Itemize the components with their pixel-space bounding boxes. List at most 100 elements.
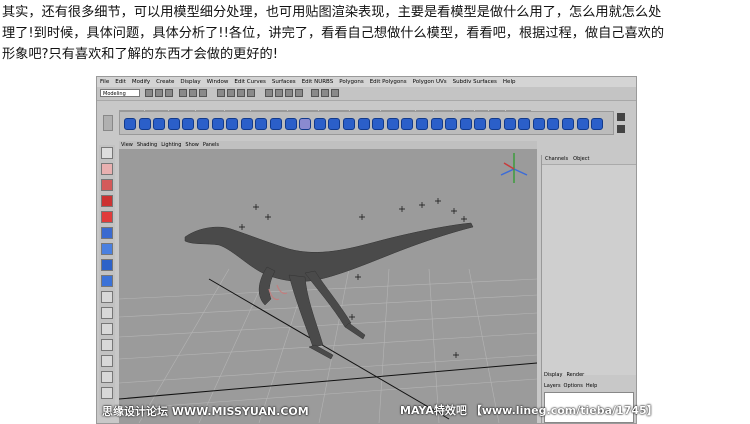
polygon-tool-icon[interactable] — [416, 118, 428, 130]
watermark-url: 【www.lineg.com/tieba/1745】 — [470, 404, 658, 417]
ipr-render-icon[interactable] — [285, 89, 293, 97]
open-scene-icon[interactable] — [155, 89, 163, 97]
snap-point-icon[interactable] — [237, 89, 245, 97]
perspective-viewport[interactable]: View Shading Lighting Show Panels — [119, 141, 537, 423]
polygon-tool-icon[interactable] — [153, 118, 166, 130]
polygon-tool-icon[interactable] — [124, 118, 136, 130]
menu-display[interactable]: Display — [177, 77, 203, 87]
menu-create[interactable]: Create — [153, 77, 177, 87]
select-object-icon[interactable] — [189, 89, 197, 97]
viewport-menu-show[interactable]: Show — [183, 142, 201, 148]
polygon-tool-icon[interactable] — [328, 118, 341, 130]
render-globals-icon[interactable] — [295, 89, 303, 97]
polygon-tool-icon[interactable] — [445, 118, 458, 130]
menu-modify[interactable]: Modify — [129, 77, 153, 87]
polygon-tool-icon[interactable] — [313, 118, 326, 130]
polygon-tool-icon[interactable] — [562, 118, 574, 130]
snap-plane-icon[interactable] — [247, 89, 255, 97]
polygon-tool-icon[interactable] — [270, 118, 282, 130]
polygon-tool-icon[interactable] — [182, 118, 195, 130]
menu-subdiv-surfaces[interactable]: Subdiv Surfaces — [450, 77, 500, 87]
polygon-tool-icon[interactable] — [197, 118, 209, 130]
four-pane-layout-icon[interactable] — [101, 275, 113, 287]
polygon-tool-icon[interactable] — [386, 118, 399, 130]
rotate-tool-icon[interactable] — [101, 195, 113, 207]
polygon-tool-icon[interactable] — [372, 118, 385, 130]
save-scene-icon[interactable] — [165, 89, 173, 97]
graph-layout-icon[interactable] — [101, 307, 113, 319]
polygon-tool-icon[interactable] — [138, 118, 151, 130]
move-tool-icon[interactable] — [101, 179, 113, 191]
polygon-tool-icon[interactable] — [255, 118, 268, 130]
viewport-menu-lighting[interactable]: Lighting — [159, 142, 183, 148]
snap-curve-icon[interactable] — [227, 89, 235, 97]
select-component-icon[interactable] — [199, 89, 207, 97]
polygon-tool-icon[interactable] — [226, 118, 239, 130]
layer-menu-help[interactable]: Help — [586, 383, 597, 389]
scale-tool-icon[interactable] — [101, 211, 113, 223]
menu-edit-polygons[interactable]: Edit Polygons — [367, 77, 410, 87]
radio-display[interactable]: Display — [544, 372, 562, 378]
polygon-tool-icon[interactable] — [489, 118, 501, 130]
tool-settings-icon[interactable] — [321, 89, 329, 97]
viewport-menu-view[interactable]: View — [119, 142, 135, 148]
viewport-menu-panels[interactable]: Panels — [201, 142, 221, 148]
menu-help[interactable]: Help — [500, 77, 519, 87]
polygon-tool-icon[interactable] — [576, 118, 589, 130]
lasso-tool-icon[interactable] — [101, 163, 113, 175]
top-layout-icon[interactable] — [101, 371, 113, 383]
channel-tab-channels[interactable]: Channels — [545, 156, 568, 162]
radio-render[interactable]: Render — [566, 372, 584, 378]
hypershade-layout-icon[interactable] — [101, 323, 113, 335]
last-tool-icon[interactable] — [101, 243, 113, 255]
render-icon[interactable] — [275, 89, 283, 97]
maya-menu-bar: File Edit Modify Create Display Window Edit Cu… — [97, 77, 636, 87]
single-pane-layout-icon[interactable] — [101, 259, 113, 271]
channel-box-toggle-icon[interactable] — [331, 89, 339, 97]
menu-edit-curves[interactable]: Edit Curves — [231, 77, 269, 87]
polygon-tool-icon[interactable] — [401, 118, 414, 130]
shelf-menu-icon[interactable] — [103, 115, 113, 131]
menu-surfaces[interactable]: Surfaces — [269, 77, 299, 87]
history-icon[interactable] — [265, 89, 273, 97]
polygon-tool-icon[interactable] — [284, 118, 297, 130]
polygon-tool-icon[interactable] — [430, 118, 443, 130]
render-layout-icon[interactable] — [101, 339, 113, 351]
shelf-edit-icon[interactable] — [617, 125, 625, 133]
polygon-tool-icon[interactable] — [357, 118, 370, 130]
attribute-editor-icon[interactable] — [311, 89, 319, 97]
manipulator-tool-icon[interactable] — [101, 227, 113, 239]
polygon-tool-icon[interactable] — [299, 118, 312, 130]
select-tool-icon[interactable] — [101, 147, 113, 159]
polygon-tool-icon[interactable] — [547, 118, 560, 130]
mode-select[interactable]: Modeling — [100, 89, 140, 97]
outliner-layout-icon[interactable] — [101, 291, 113, 303]
select-hierarchy-icon[interactable] — [179, 89, 187, 97]
channel-tab-object[interactable]: Object — [573, 156, 589, 162]
persp-layout-icon[interactable] — [101, 355, 113, 367]
polygon-tool-icon[interactable] — [167, 118, 180, 130]
polygon-tool-icon[interactable] — [518, 118, 531, 130]
menu-edit[interactable]: Edit — [112, 77, 129, 87]
polygon-tool-icon[interactable] — [211, 118, 224, 130]
side-layout-icon[interactable] — [101, 387, 113, 399]
polygon-tool-icon[interactable] — [343, 118, 355, 130]
menu-window[interactable]: Window — [204, 77, 232, 87]
viewport-menu-shading[interactable]: Shading — [135, 142, 159, 148]
layer-menu-options[interactable]: Options — [564, 383, 583, 389]
polygon-tool-icon[interactable] — [591, 118, 604, 130]
polygon-tool-icon[interactable] — [474, 118, 487, 130]
view-cube-compass — [500, 153, 528, 183]
polygon-tool-icon[interactable] — [459, 118, 472, 130]
menu-edit-nurbs[interactable]: Edit NURBS — [299, 77, 337, 87]
menu-polygons[interactable]: Polygons — [336, 77, 366, 87]
polygon-tool-icon[interactable] — [532, 118, 545, 130]
menu-polygon-uvs[interactable]: Polygon UVs — [410, 77, 450, 87]
layer-menu-layers[interactable]: Layers — [544, 383, 561, 389]
polygon-tool-icon[interactable] — [503, 118, 516, 130]
new-scene-icon[interactable] — [145, 89, 153, 97]
menu-file[interactable]: File — [97, 77, 112, 87]
shelf-options-icon[interactable] — [617, 113, 625, 121]
polygon-tool-icon[interactable] — [240, 118, 253, 130]
snap-grid-icon[interactable] — [217, 89, 225, 97]
